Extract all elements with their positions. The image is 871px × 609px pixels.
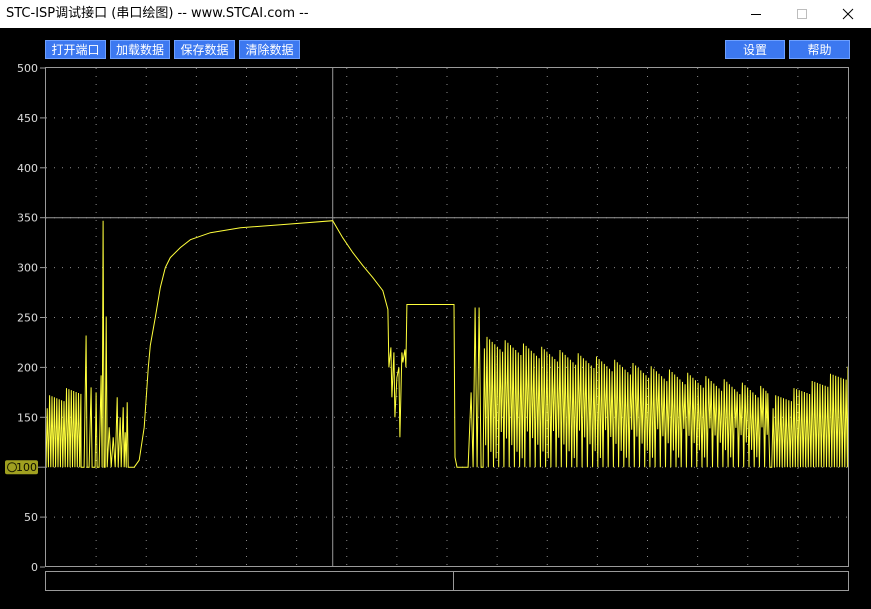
y-tick-label: 350 [17, 212, 38, 225]
status-bar [45, 571, 849, 591]
status-divider [453, 572, 454, 590]
title-bar: STC-ISP调试接口 (串口绘图) -- www.STCAI.com -- [0, 0, 871, 28]
maximize-icon [797, 9, 807, 19]
window-title: STC-ISP调试接口 (串口绘图) -- www.STCAI.com -- [6, 6, 309, 21]
y-tick-label: 200 [17, 361, 38, 374]
channel-marker-value: 100 [16, 461, 37, 474]
plot-frame [45, 67, 849, 567]
minimize-button[interactable] [733, 0, 779, 28]
y-tick-label: 150 [17, 411, 38, 424]
y-tick-label: 300 [17, 262, 38, 275]
y-axis-labels: 0 50 150 200 250 300 350 400 450 500 [17, 62, 45, 573]
close-icon [842, 8, 854, 20]
channel-marker[interactable]: 100 [5, 460, 45, 475]
y-tick-label: 400 [17, 162, 38, 175]
y-tick-label: 50 [24, 511, 38, 524]
y-tick-label: 0 [31, 561, 38, 573]
close-button[interactable] [825, 0, 871, 28]
minimize-icon [751, 14, 761, 15]
y-tick-label: 250 [17, 312, 38, 325]
maximize-button[interactable] [779, 0, 825, 28]
y-tick-label: 450 [17, 112, 38, 125]
y-tick-label: 500 [17, 62, 38, 75]
main-area: 打开端口 加载数据 保存数据 清除数据 设置 帮助 0 50 150 200 250 30… [0, 28, 871, 609]
